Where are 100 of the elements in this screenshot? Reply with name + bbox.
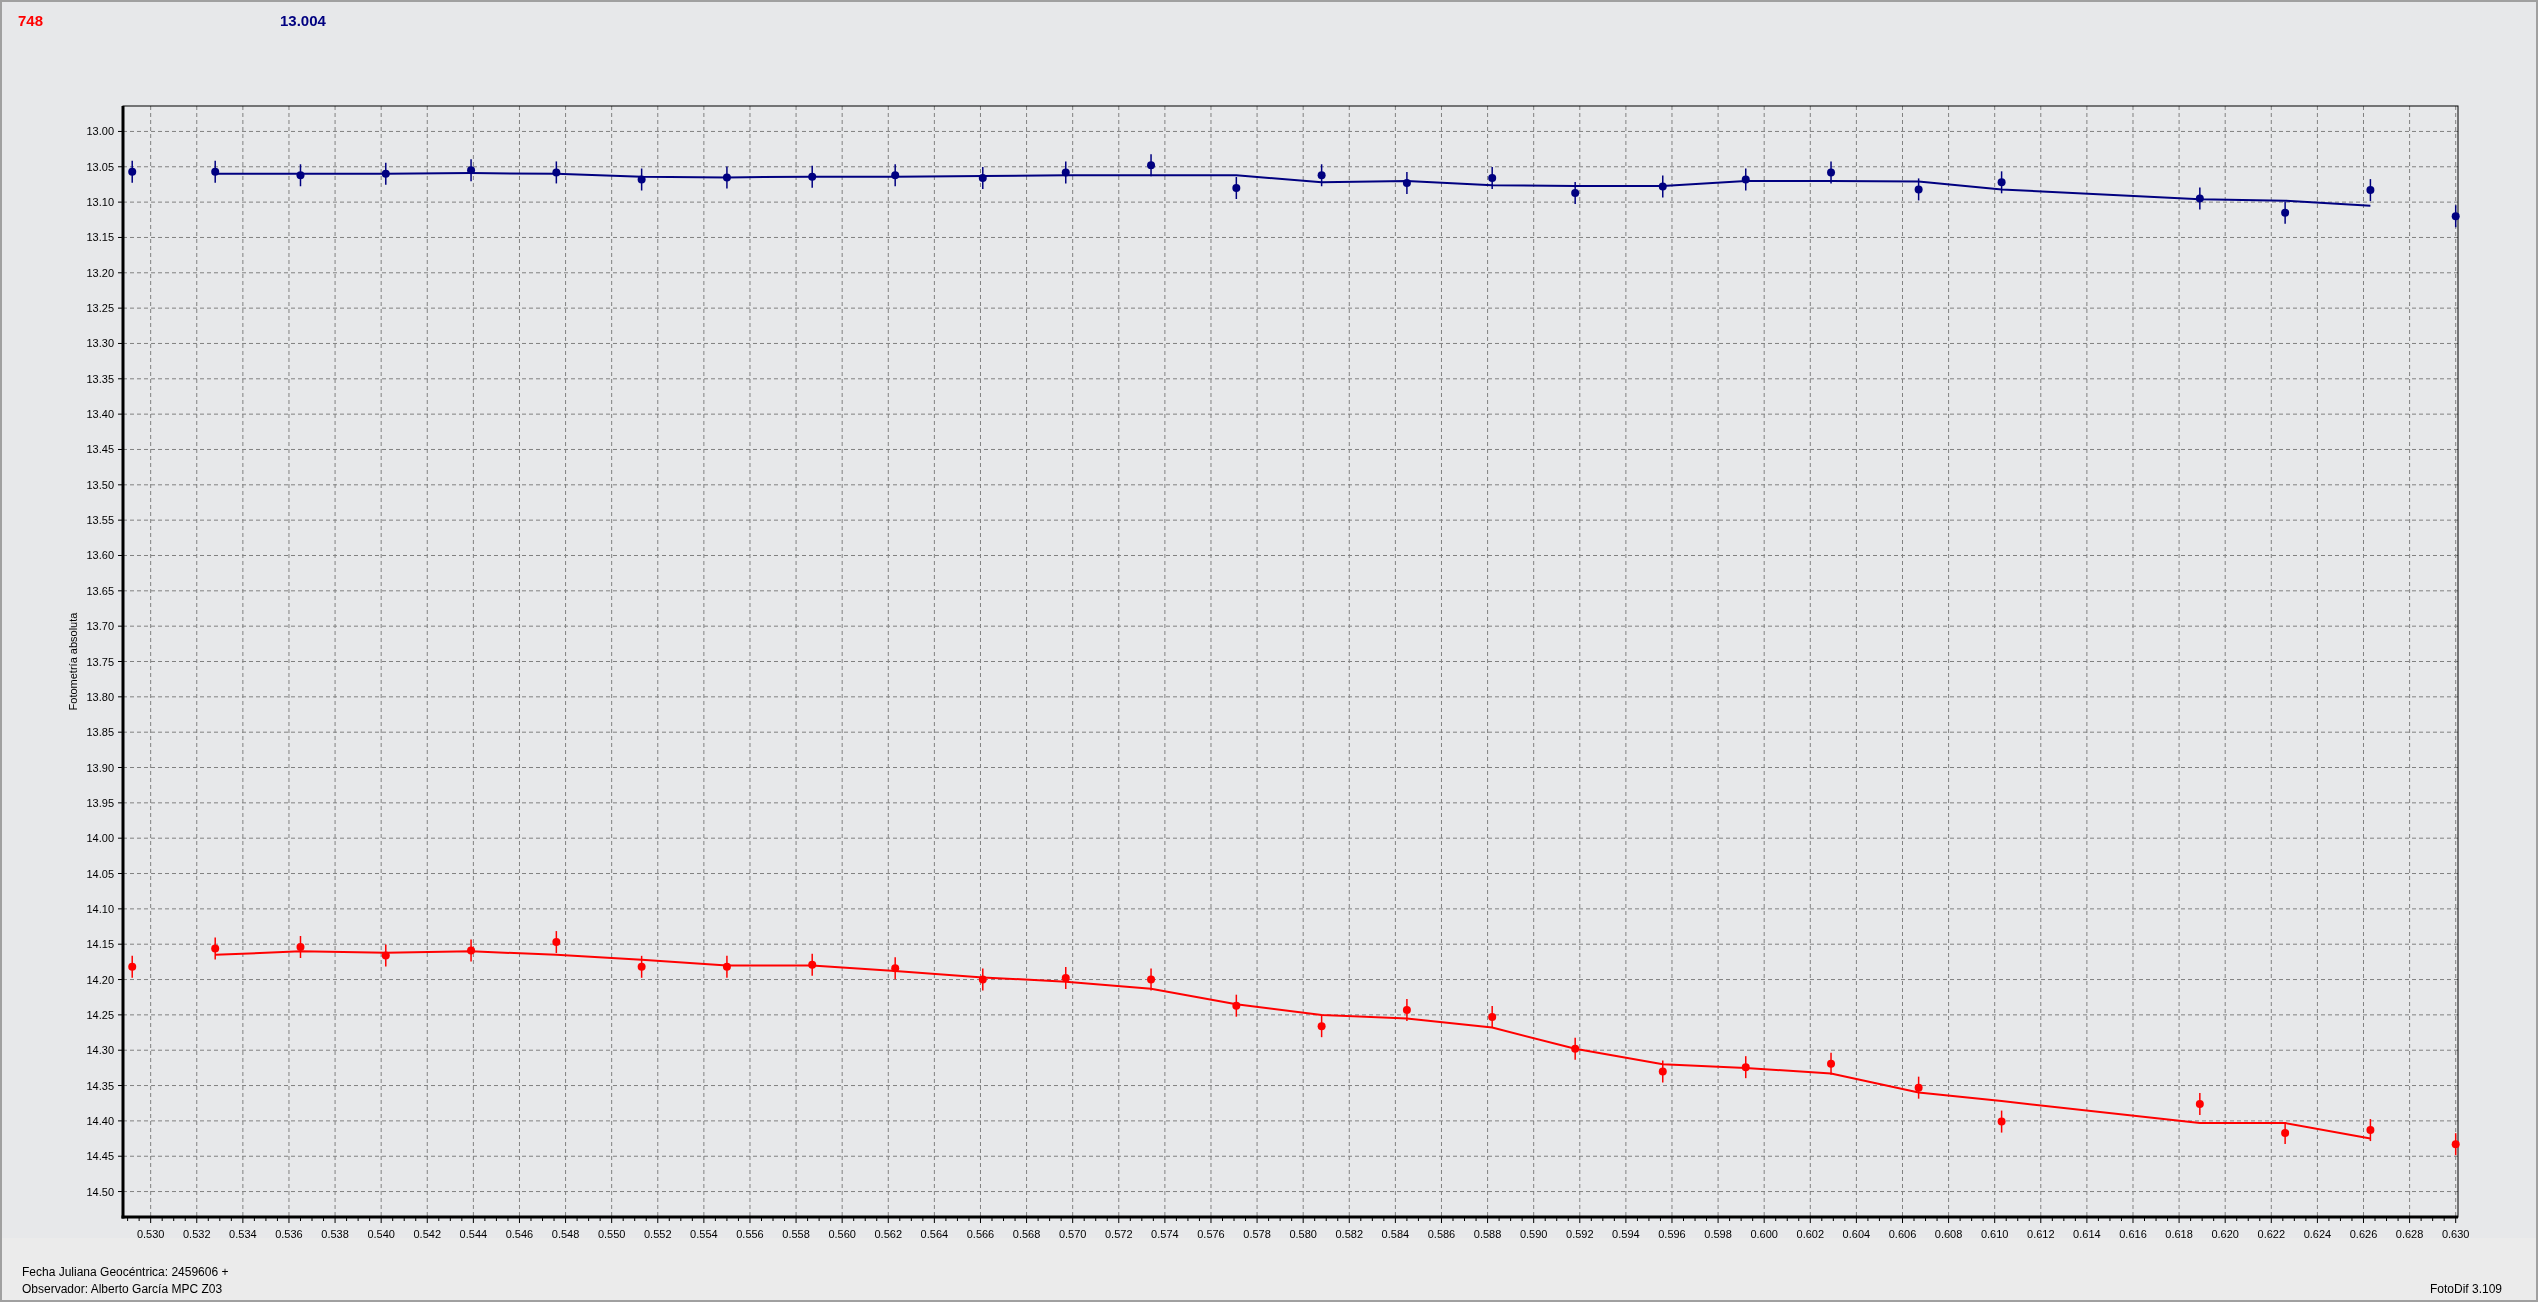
data-point — [467, 158, 476, 183]
data-point — [722, 165, 731, 190]
info-line: Observador: Alberto García MPC Z03 — [22, 1281, 224, 1298]
tick-label: 0.574 — [1151, 1228, 1179, 1238]
tick-label: 0.628 — [2395, 1228, 2424, 1238]
data-point — [637, 955, 646, 979]
tick-label: 0.594 — [1612, 1228, 1640, 1238]
tick-label: 14.25 — [86, 1008, 114, 1021]
tick-label: 13.80 — [86, 690, 114, 703]
data-point — [1147, 967, 1156, 992]
tick-label: 0.580 — [1289, 1228, 1317, 1238]
tick-label: 0.564 — [920, 1228, 949, 1238]
data-point — [1061, 160, 1070, 185]
tick-label: 0.578 — [1243, 1228, 1271, 1238]
data-point — [1317, 1014, 1326, 1038]
data-point — [2451, 1132, 2460, 1156]
data-point — [1232, 993, 1241, 1018]
tick-label: 0.586 — [1427, 1228, 1456, 1238]
tick-label: 0.538 — [321, 1228, 349, 1238]
point — [211, 167, 220, 176]
tick-label: 13.55 — [86, 514, 114, 527]
tick-label: 14.10 — [86, 902, 114, 915]
tick-label: 0.616 — [2119, 1228, 2147, 1238]
tick-label: 0.606 — [1888, 1228, 1917, 1238]
tick-label: 0.582 — [1335, 1228, 1364, 1238]
point — [1827, 1059, 1836, 1068]
data-point — [1658, 174, 1667, 199]
data-point — [808, 952, 817, 977]
data-point — [1741, 167, 1750, 192]
tick-label: 0.546 — [505, 1228, 534, 1238]
point — [1147, 975, 1156, 984]
point — [1317, 1022, 1326, 1031]
tick-label: 13.60 — [86, 549, 114, 562]
tick-label: 14.35 — [86, 1079, 114, 1092]
tick-label: 14.50 — [86, 1185, 114, 1198]
tick-label: 14.20 — [86, 973, 114, 986]
tick-label: 0.614 — [2073, 1228, 2101, 1238]
tick-label: 0.572 — [1105, 1228, 1133, 1238]
data-point — [891, 956, 900, 980]
data-point — [1741, 1055, 1750, 1079]
data-point — [552, 160, 561, 185]
tick-label: 0.598 — [1704, 1228, 1732, 1238]
tick-label: 13.25 — [86, 302, 114, 315]
tick-label: 0.620 — [2211, 1228, 2239, 1238]
tick-label: 0.608 — [1934, 1228, 1963, 1238]
tick-label: 0.556 — [736, 1228, 764, 1238]
data-point — [891, 163, 900, 187]
point — [1658, 1067, 1667, 1076]
data-point — [1997, 1109, 2006, 1134]
tick-label: 14.40 — [86, 1114, 114, 1127]
point — [296, 943, 305, 952]
readout-value: 748 — [18, 11, 45, 31]
tick-label: 0.534 — [229, 1228, 257, 1238]
tick-label: 0.600 — [1750, 1228, 1778, 1238]
tick-label: 0.550 — [597, 1228, 626, 1238]
data-point — [1317, 163, 1326, 187]
tick-label: 13.05 — [86, 160, 114, 173]
tick-label: 0.552 — [644, 1228, 672, 1238]
point — [1571, 188, 1580, 197]
point — [1488, 174, 1497, 183]
point — [2451, 1140, 2460, 1149]
data-point — [296, 163, 305, 187]
tick-label: 0.592 — [1566, 1228, 1594, 1238]
data-point — [1914, 177, 1923, 202]
info-line: Fecha Juliana Geocéntrica: 2459606 + — [22, 1264, 229, 1281]
data-point — [1402, 998, 1411, 1022]
tick-label: 0.536 — [275, 1228, 303, 1238]
point — [2281, 1128, 2290, 1137]
tick-label: 0.576 — [1197, 1228, 1225, 1238]
point — [1317, 171, 1326, 180]
tick-label: 0.562 — [874, 1228, 903, 1238]
tick-label: 13.45 — [86, 443, 114, 456]
data-point — [1402, 171, 1411, 195]
data-point — [1571, 1037, 1580, 1061]
data-point — [552, 930, 561, 954]
tick-label: 0.530 — [136, 1228, 165, 1238]
tick-label: 13.35 — [86, 372, 114, 385]
tick-label: 0.584 — [1381, 1228, 1410, 1238]
data-point — [1232, 176, 1241, 200]
tick-label: 13.95 — [86, 796, 114, 809]
tick-label: 0.560 — [828, 1228, 856, 1238]
data-point — [2281, 200, 2290, 225]
point — [1827, 168, 1836, 177]
tick-label: 13.20 — [86, 266, 114, 279]
data-point — [1827, 1051, 1836, 1076]
data-point — [381, 943, 390, 968]
data-point — [296, 935, 305, 959]
point — [1147, 161, 1156, 170]
tick-label: 0.588 — [1473, 1228, 1502, 1238]
tick-label: 0.554 — [690, 1228, 718, 1238]
point — [1232, 183, 1241, 192]
tick-label: 0.630 — [2441, 1228, 2470, 1238]
tick-label: 0.542 — [413, 1228, 442, 1238]
point — [1488, 1012, 1497, 1021]
tick-label: 14.45 — [86, 1150, 114, 1163]
tick-label: 0.622 — [2257, 1228, 2286, 1238]
data-point — [2195, 1092, 2204, 1116]
tick-label: 0.626 — [2349, 1228, 2378, 1238]
tick-label: 14.30 — [86, 1044, 114, 1057]
data-point — [1914, 1075, 1923, 1100]
